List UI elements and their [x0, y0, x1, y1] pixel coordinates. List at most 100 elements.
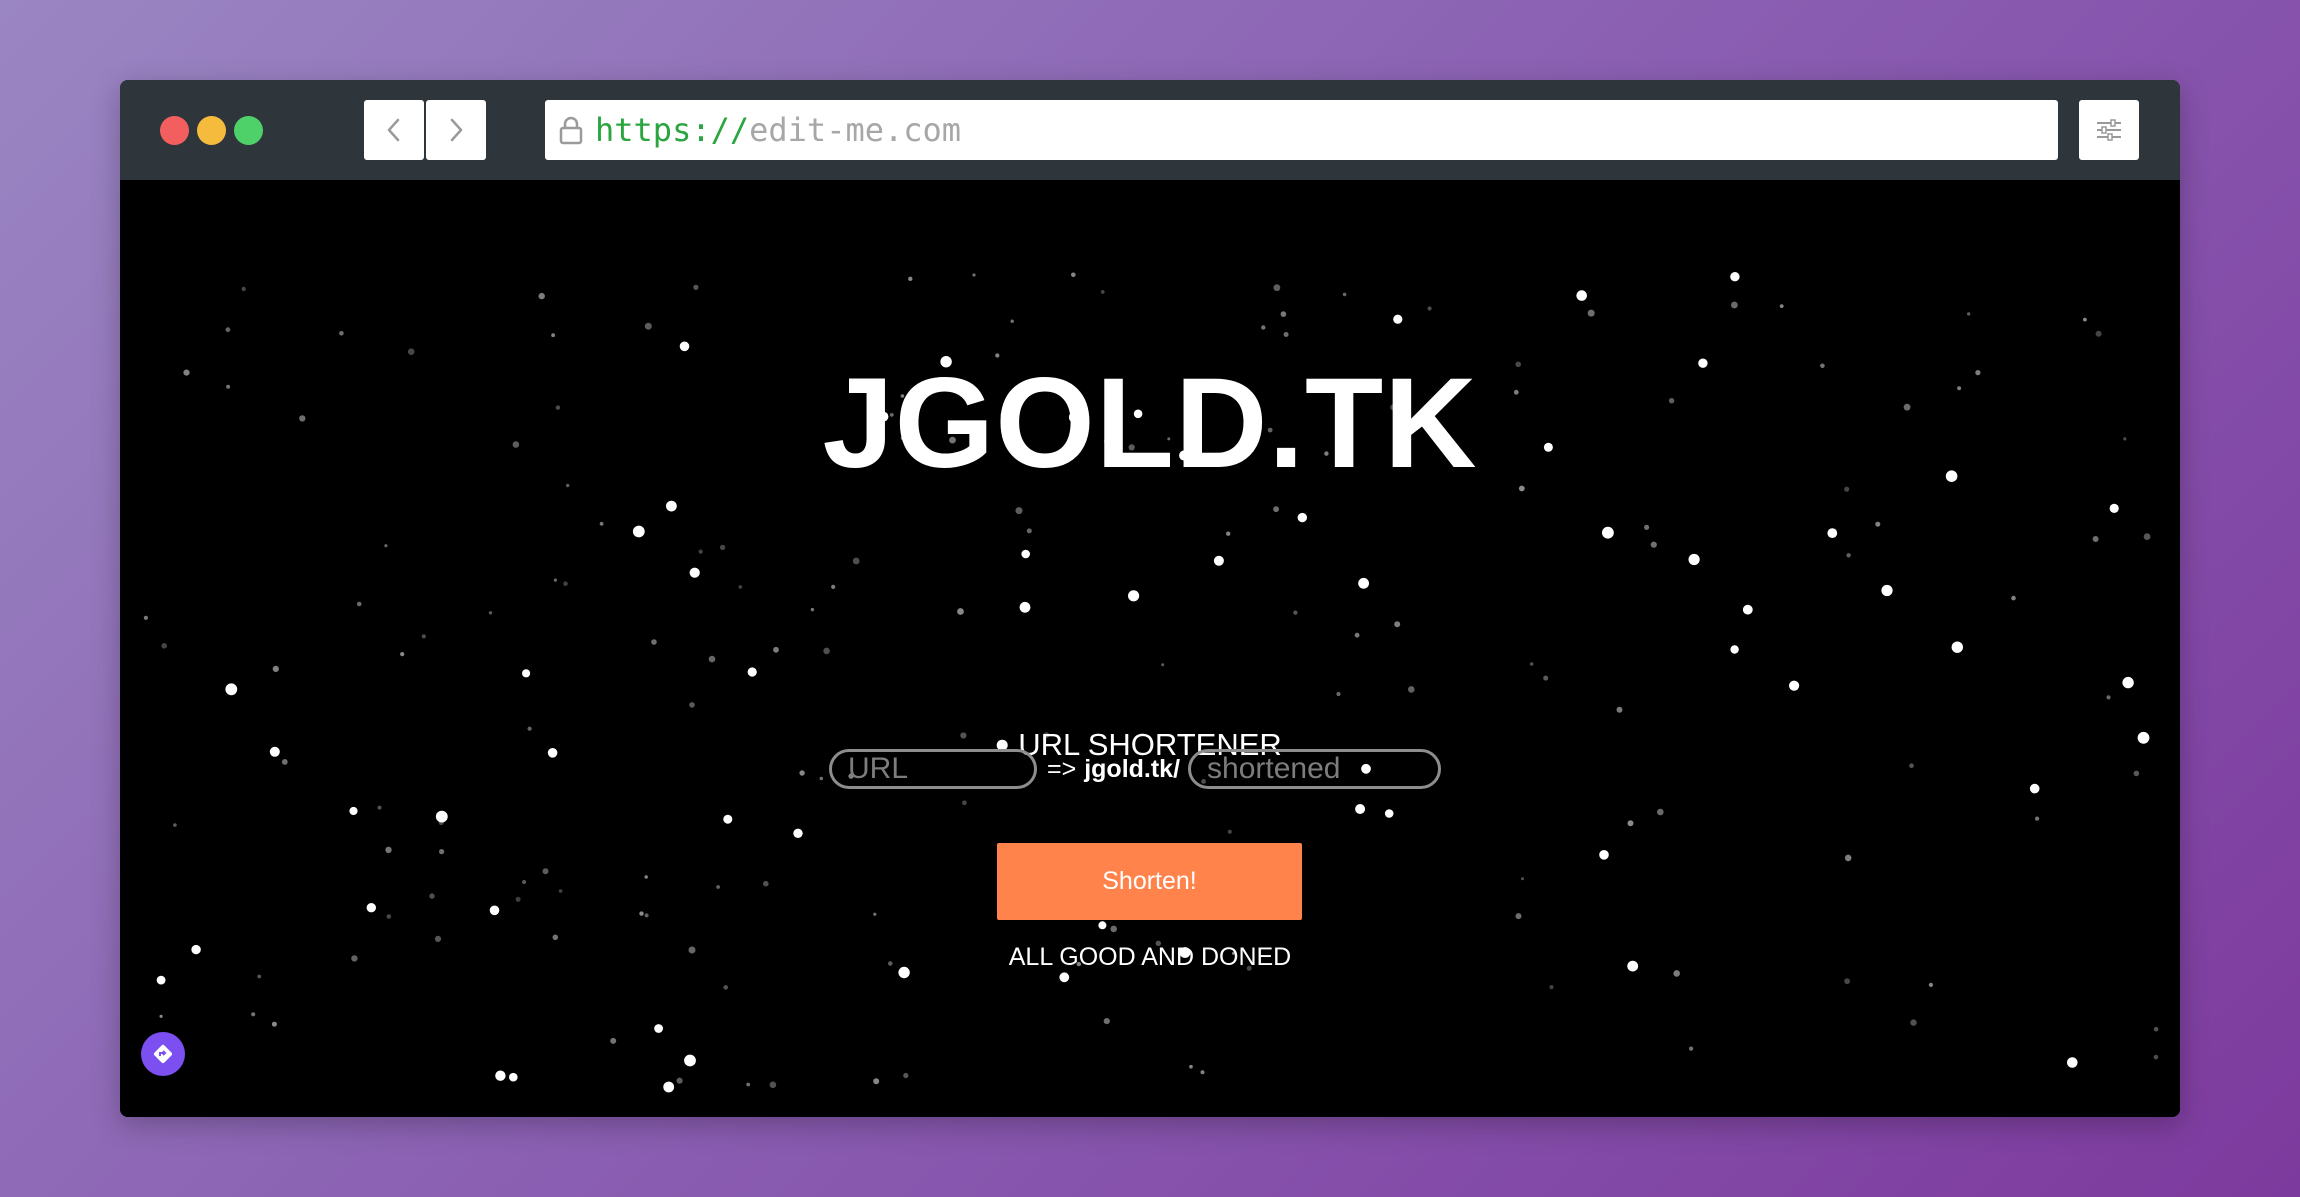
star [908, 276, 913, 281]
close-window-dot[interactable] [160, 116, 189, 145]
forward-button[interactable] [426, 100, 486, 160]
star [610, 1037, 617, 1044]
star [2095, 330, 2102, 337]
back-button[interactable] [364, 100, 424, 160]
star [2133, 770, 2140, 777]
star [747, 667, 757, 677]
star [644, 322, 652, 330]
star [434, 935, 442, 943]
star [1427, 306, 1432, 311]
star [438, 819, 444, 826]
star [1844, 978, 1850, 985]
star [763, 880, 769, 887]
star [962, 800, 967, 806]
star [515, 896, 521, 902]
star [2106, 695, 2111, 700]
star [632, 525, 645, 538]
star [1576, 290, 1587, 301]
maximize-window-dot[interactable] [234, 116, 263, 145]
star [1967, 312, 1971, 316]
star [159, 1014, 163, 1018]
star [1616, 706, 1623, 713]
star [257, 974, 262, 979]
star [2092, 536, 2099, 542]
star [552, 934, 559, 941]
star [1336, 691, 1341, 697]
url-host: edit-me.com [749, 111, 962, 149]
sliders-icon [2097, 119, 2121, 141]
star [2035, 816, 2040, 821]
starfield-background [143, 272, 2159, 1093]
star [2109, 503, 2119, 513]
star [972, 273, 976, 277]
star [823, 647, 830, 655]
star [1110, 925, 1117, 933]
star [1789, 680, 1800, 691]
star [852, 557, 860, 565]
star [1354, 632, 1360, 638]
star [1393, 314, 1403, 324]
shortened-input[interactable] [1188, 749, 1442, 789]
star [2011, 595, 2016, 601]
star [2083, 317, 2087, 322]
star [2067, 1057, 2078, 1068]
arrow-label: => [1047, 754, 1077, 783]
star [654, 1024, 663, 1033]
star [746, 1082, 751, 1087]
star [1846, 553, 1851, 558]
star [1015, 507, 1023, 515]
star [644, 913, 649, 918]
shorten-button[interactable]: Shorten! [997, 843, 1302, 920]
star [553, 578, 557, 582]
star [225, 683, 238, 696]
star [386, 914, 392, 919]
star [522, 880, 527, 884]
star [356, 601, 362, 607]
star [509, 1072, 518, 1082]
star [1026, 528, 1032, 534]
star [1688, 553, 1700, 566]
star [1689, 1046, 1694, 1051]
star [819, 776, 824, 781]
star [689, 567, 700, 578]
star [1161, 663, 1165, 667]
star [708, 655, 716, 663]
star [1742, 604, 1753, 615]
star [957, 608, 964, 615]
star [1226, 531, 1231, 536]
star [400, 652, 405, 657]
star [723, 814, 733, 824]
star [1521, 877, 1524, 881]
star [2153, 1026, 2159, 1032]
settings-button[interactable] [2079, 100, 2139, 160]
star [651, 639, 657, 645]
star [1293, 610, 1298, 615]
star [1019, 601, 1031, 613]
star [1515, 913, 1522, 920]
star [271, 1021, 277, 1027]
star [2153, 1054, 2159, 1060]
star [488, 611, 493, 615]
star [1844, 854, 1852, 862]
status-message: ALL GOOD AND DONED [1008, 943, 1292, 971]
star [873, 1078, 880, 1085]
shorten-form: => jgold.tk/ [829, 746, 1479, 792]
url-input[interactable] [829, 749, 1037, 789]
star [384, 544, 388, 548]
star [1827, 528, 1838, 538]
star [563, 581, 568, 586]
address-bar[interactable]: https:// edit-me.com [545, 100, 2058, 160]
star [173, 823, 177, 827]
star [2029, 783, 2040, 794]
minimize-window-dot[interactable] [197, 116, 226, 145]
star [542, 868, 549, 875]
chevron-right-icon [450, 118, 463, 142]
star [793, 828, 803, 838]
star [429, 893, 435, 899]
star [272, 665, 279, 672]
star [1599, 850, 1609, 860]
star [1730, 272, 1740, 282]
star [1098, 921, 1107, 930]
star [1928, 982, 1933, 988]
floating-action-button[interactable] [141, 1032, 185, 1076]
